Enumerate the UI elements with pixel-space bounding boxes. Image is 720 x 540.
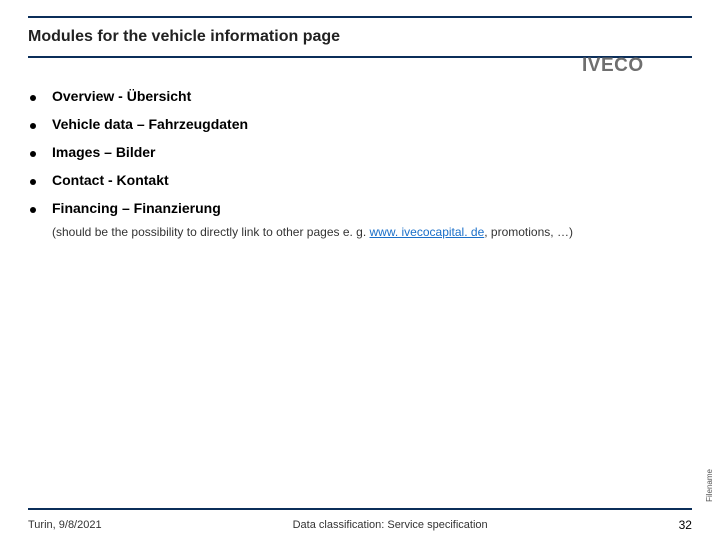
list-item: Vehicle data – Fahrzeugdaten	[30, 116, 680, 132]
filename-label: Filename	[705, 469, 714, 502]
sub-note-suffix: , promotions, …)	[484, 225, 573, 239]
iveco-logo: IVECO	[582, 52, 692, 78]
logo-text: IVECO	[582, 55, 644, 76]
sub-note: (should be the possibility to directly l…	[52, 224, 680, 241]
bullet-label: Contact - Kontakt	[52, 172, 169, 188]
bullet-label: Images – Bilder	[52, 144, 156, 160]
bullet-label: Vehicle data – Fahrzeugdaten	[52, 116, 248, 132]
bullet-icon	[30, 123, 36, 129]
footer: Turin, 9/8/2021 Data classification: Ser…	[28, 518, 692, 532]
list-item: Financing – Finanzierung	[30, 200, 680, 216]
sub-note-prefix: (should be the possibility to directly l…	[52, 225, 370, 239]
list-item: Contact - Kontakt	[30, 172, 680, 188]
slide-title: Modules for the vehicle information page	[28, 28, 340, 46]
top-rule	[28, 16, 692, 18]
footer-rule	[28, 508, 692, 510]
footer-left: Turin, 9/8/2021	[28, 519, 102, 531]
bullet-icon	[30, 207, 36, 213]
bullet-icon	[30, 151, 36, 157]
bullet-label: Financing – Finanzierung	[52, 200, 221, 216]
slide: Modules for the vehicle information page…	[0, 0, 720, 540]
list-item: Overview - Übersicht	[30, 88, 680, 104]
bullet-label: Overview - Übersicht	[52, 88, 191, 104]
content-area: Overview - Übersicht Vehicle data – Fahr…	[30, 88, 680, 241]
footer-center: Data classification: Service specificati…	[293, 519, 488, 531]
bullet-icon	[30, 179, 36, 185]
list-item: Images – Bilder	[30, 144, 680, 160]
sub-note-link[interactable]: www. ivecocapital. de	[370, 225, 485, 239]
page-number: 32	[679, 518, 692, 532]
bullet-icon	[30, 95, 36, 101]
